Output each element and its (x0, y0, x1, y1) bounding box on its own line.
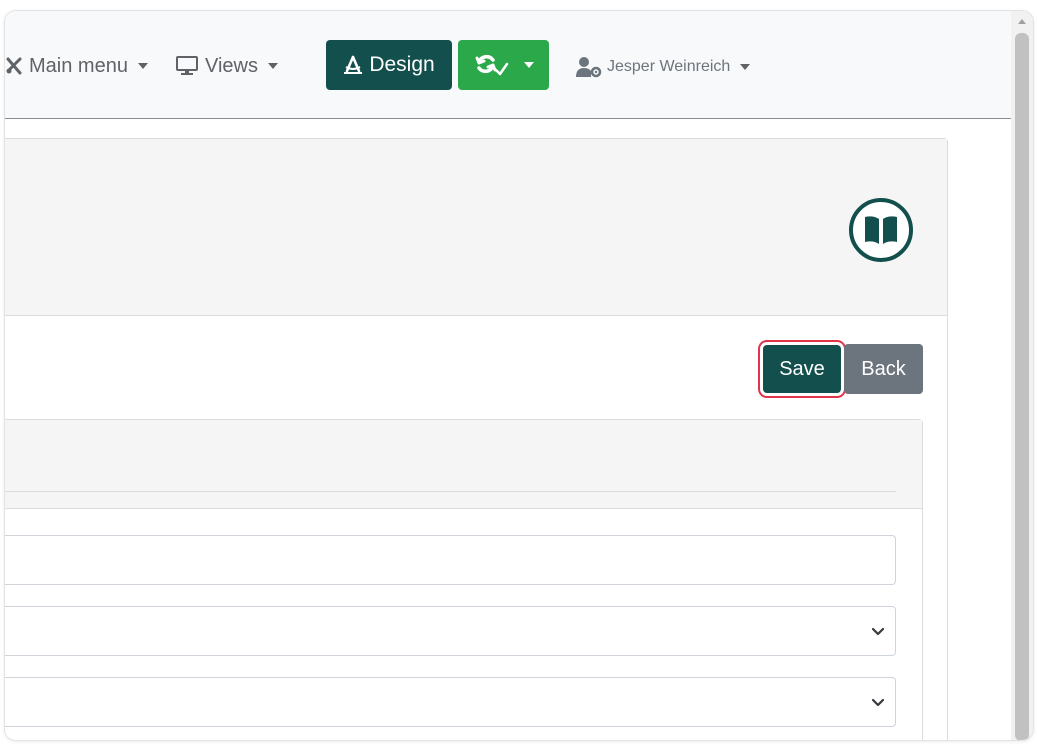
chevron-down-icon (871, 696, 885, 710)
top-navbar: Main menu Views Design Jesper Weinreich (5, 11, 1012, 119)
tools-icon (5, 56, 23, 76)
back-button[interactable]: Back (844, 344, 923, 394)
drafting-compass-icon (343, 55, 363, 75)
browser-window: Main menu Views Design Jesper Weinreich … (4, 10, 1034, 741)
sync-dropdown-button[interactable] (458, 40, 549, 90)
chevron-down-icon (523, 62, 534, 68)
back-label: Back (861, 357, 906, 380)
select-field-1[interactable] (5, 606, 896, 656)
monitor-icon (175, 55, 199, 77)
chevron-down-icon (871, 625, 885, 639)
select-field-2[interactable] (5, 677, 896, 727)
views-label: Views (205, 54, 258, 77)
user-name-label: Jesper Weinreich (607, 58, 731, 75)
form-panel (5, 419, 923, 740)
content-card: Save Back (5, 138, 948, 740)
chevron-down-icon (740, 64, 751, 70)
chevron-down-icon (137, 63, 148, 69)
views-dropdown[interactable]: Views (175, 53, 278, 79)
scrollbar-thumb[interactable] (1015, 33, 1029, 740)
design-label: Design (369, 53, 435, 76)
scroll-up-icon[interactable] (1018, 19, 1026, 24)
form-panel-header (5, 420, 922, 509)
user-menu-dropdown[interactable]: Jesper Weinreich (575, 55, 751, 79)
card-header (5, 139, 947, 316)
main-menu-label: Main menu (29, 54, 128, 77)
text-field[interactable] (5, 535, 896, 585)
chevron-down-icon (268, 63, 278, 69)
sync-check-icon (474, 52, 510, 78)
book-open-icon[interactable] (848, 197, 914, 263)
header-divider (5, 491, 896, 492)
main-menu-dropdown[interactable]: Main menu (5, 53, 148, 79)
design-button[interactable]: Design (326, 40, 452, 90)
save-label: Save (779, 357, 825, 380)
save-button[interactable]: Save (763, 345, 841, 393)
vertical-scrollbar[interactable] (1011, 11, 1033, 740)
user-cog-icon (575, 56, 603, 78)
